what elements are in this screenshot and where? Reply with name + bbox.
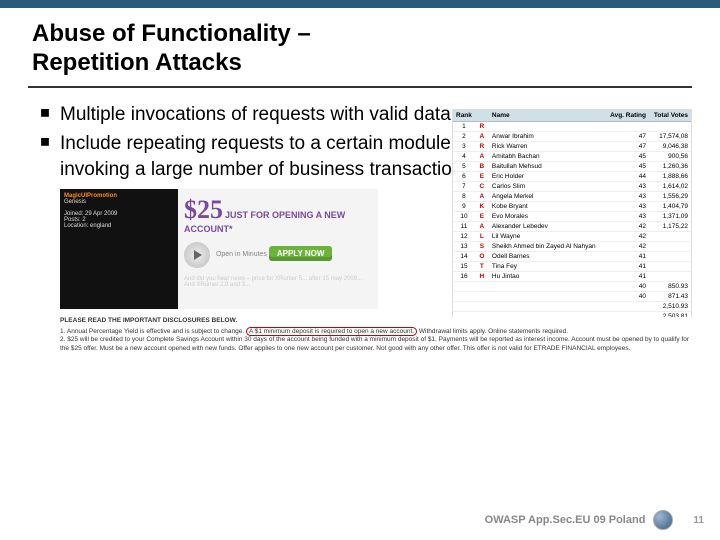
forum-snippet: MagicUIPromotion Genesis Joined: 29 Apr … [60, 189, 178, 309]
table-row: 8AAngela Merkel431,556,29 [453, 191, 691, 201]
table-row: 13SSheikh Ahmed bin Zayed Al Nahyan42 [453, 241, 691, 251]
table-row: 9KKobe Bryant431,404,79 [453, 201, 691, 211]
table-row: 3RRick Warren479,046,38 [453, 141, 691, 151]
table-row: 40850.93 [453, 281, 691, 291]
table-row: 2,510.93 [453, 301, 691, 311]
title-underline [28, 86, 692, 88]
title-line-2: Repetition Attacks [32, 49, 242, 76]
table-row: 12LLil Wayne42 [453, 231, 691, 241]
disclosures: PLEASE READ THE IMPORTANT DISCLOSURES BE… [60, 317, 692, 354]
table-row: 14OOdell Barnes41 [453, 251, 691, 261]
slide-title: Abuse of Functionality – Repetition Atta… [0, 8, 720, 86]
play-icon [184, 242, 210, 268]
col-name: Name [489, 110, 607, 122]
col-votes: Total Votes [649, 110, 691, 122]
disclosure-line-1: 1. Annual Percentage Yield is effective … [60, 328, 692, 336]
promo-open-minutes: Open in Minutes [216, 251, 267, 258]
promo-amount: $25 [184, 195, 223, 224]
screenshot-collage: MagicUIPromotion Genesis Joined: 29 Apr … [60, 189, 692, 409]
table-row: 5BBaitullah Mehsud451,260,36 [453, 161, 691, 171]
table-row: 4AAmitabh Bachan45900,56 [453, 151, 691, 161]
table-row: 1R [453, 121, 691, 131]
table-row: 2AAnwar Ibrahim4717,574,08 [453, 131, 691, 141]
table-row: 10EEvo Morales431,371,09 [453, 211, 691, 221]
table-row: 16HHu Jintao41 [453, 271, 691, 281]
col-rating: Avg. Rating [607, 110, 649, 122]
slide-footer: OWASP App.Sec.EU 09 Poland 11 [485, 510, 704, 530]
disclosures-title: PLEASE READ THE IMPORTANT DISCLOSURES BE… [60, 317, 692, 325]
page-number: 11 [693, 515, 704, 526]
title-line-1: Abuse of Functionality – [32, 20, 311, 47]
col-rank: Rank [453, 110, 475, 122]
promo-ad: $25 JUST FOR OPENING A NEW ACCOUNT* Open… [178, 189, 378, 309]
globe-icon [653, 510, 673, 530]
table-row: 7CCarlos Slim431,614,02 [453, 181, 691, 191]
table-row: 15TTina Fey41 [453, 261, 691, 271]
leaderboard: Rank Name Avg. Rating Total Votes 1R2AAn… [452, 109, 692, 323]
table-row: 40871.43 [453, 291, 691, 301]
slide-top-bar [0, 0, 720, 8]
col-letter [475, 110, 489, 122]
table-row: 6EEric Holder441,888,66 [453, 171, 691, 181]
footer-conference: OWASP App.Sec.EU 09 Poland [485, 514, 646, 526]
forum-location: Location: england [64, 223, 174, 229]
circled-text: A $1 minimum deposit is required to open… [246, 327, 417, 336]
forum-sub: Genesis [64, 199, 174, 205]
apply-now-button[interactable]: APPLY NOW [269, 246, 333, 261]
promo-below-text: And did you hear news – price for XRumer… [184, 276, 372, 288]
table-row: 11AAlexander Lebedev421,175,22 [453, 221, 691, 231]
disclosure-line-2: 2. $25 will be credited to your Complete… [60, 336, 692, 353]
